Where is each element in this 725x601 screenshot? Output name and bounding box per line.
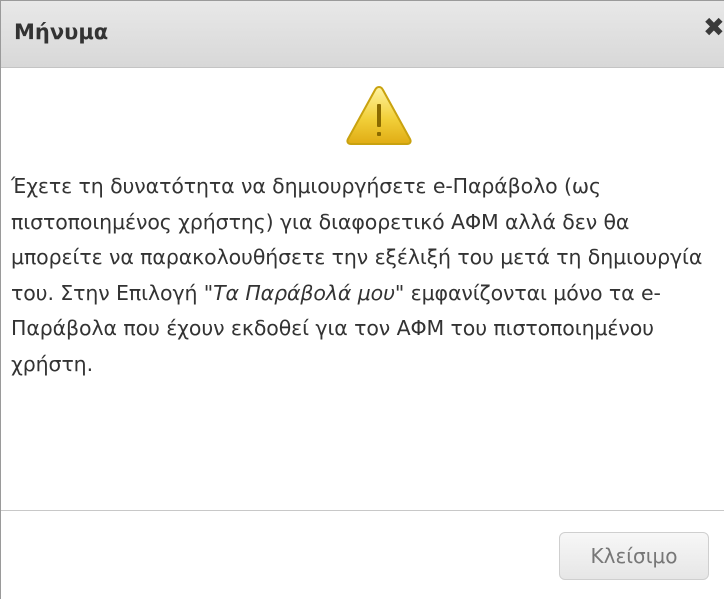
dialog-footer: Κλείσιμο (1, 510, 724, 601)
warning-icon (346, 85, 412, 145)
dialog-message: Έχετε τη δυνατότητα να δημιουργήσετε e-Π… (11, 169, 716, 382)
message-dialog: Μήνυμα ✖ Έχετε τη δυνατότητα να δημιουργ… (0, 0, 725, 601)
close-button[interactable]: Κλείσιμο (559, 532, 709, 580)
message-emphasis: "Τα Παράβολά μου" (203, 280, 405, 305)
dialog-titlebar: Μήνυμα ✖ (1, 1, 725, 68)
dialog-title: Μήνυμα (14, 20, 109, 44)
close-icon[interactable]: ✖ (703, 15, 725, 41)
dialog-content: Έχετε τη δυνατότητα να δημιουργήσετε e-Π… (1, 68, 724, 509)
